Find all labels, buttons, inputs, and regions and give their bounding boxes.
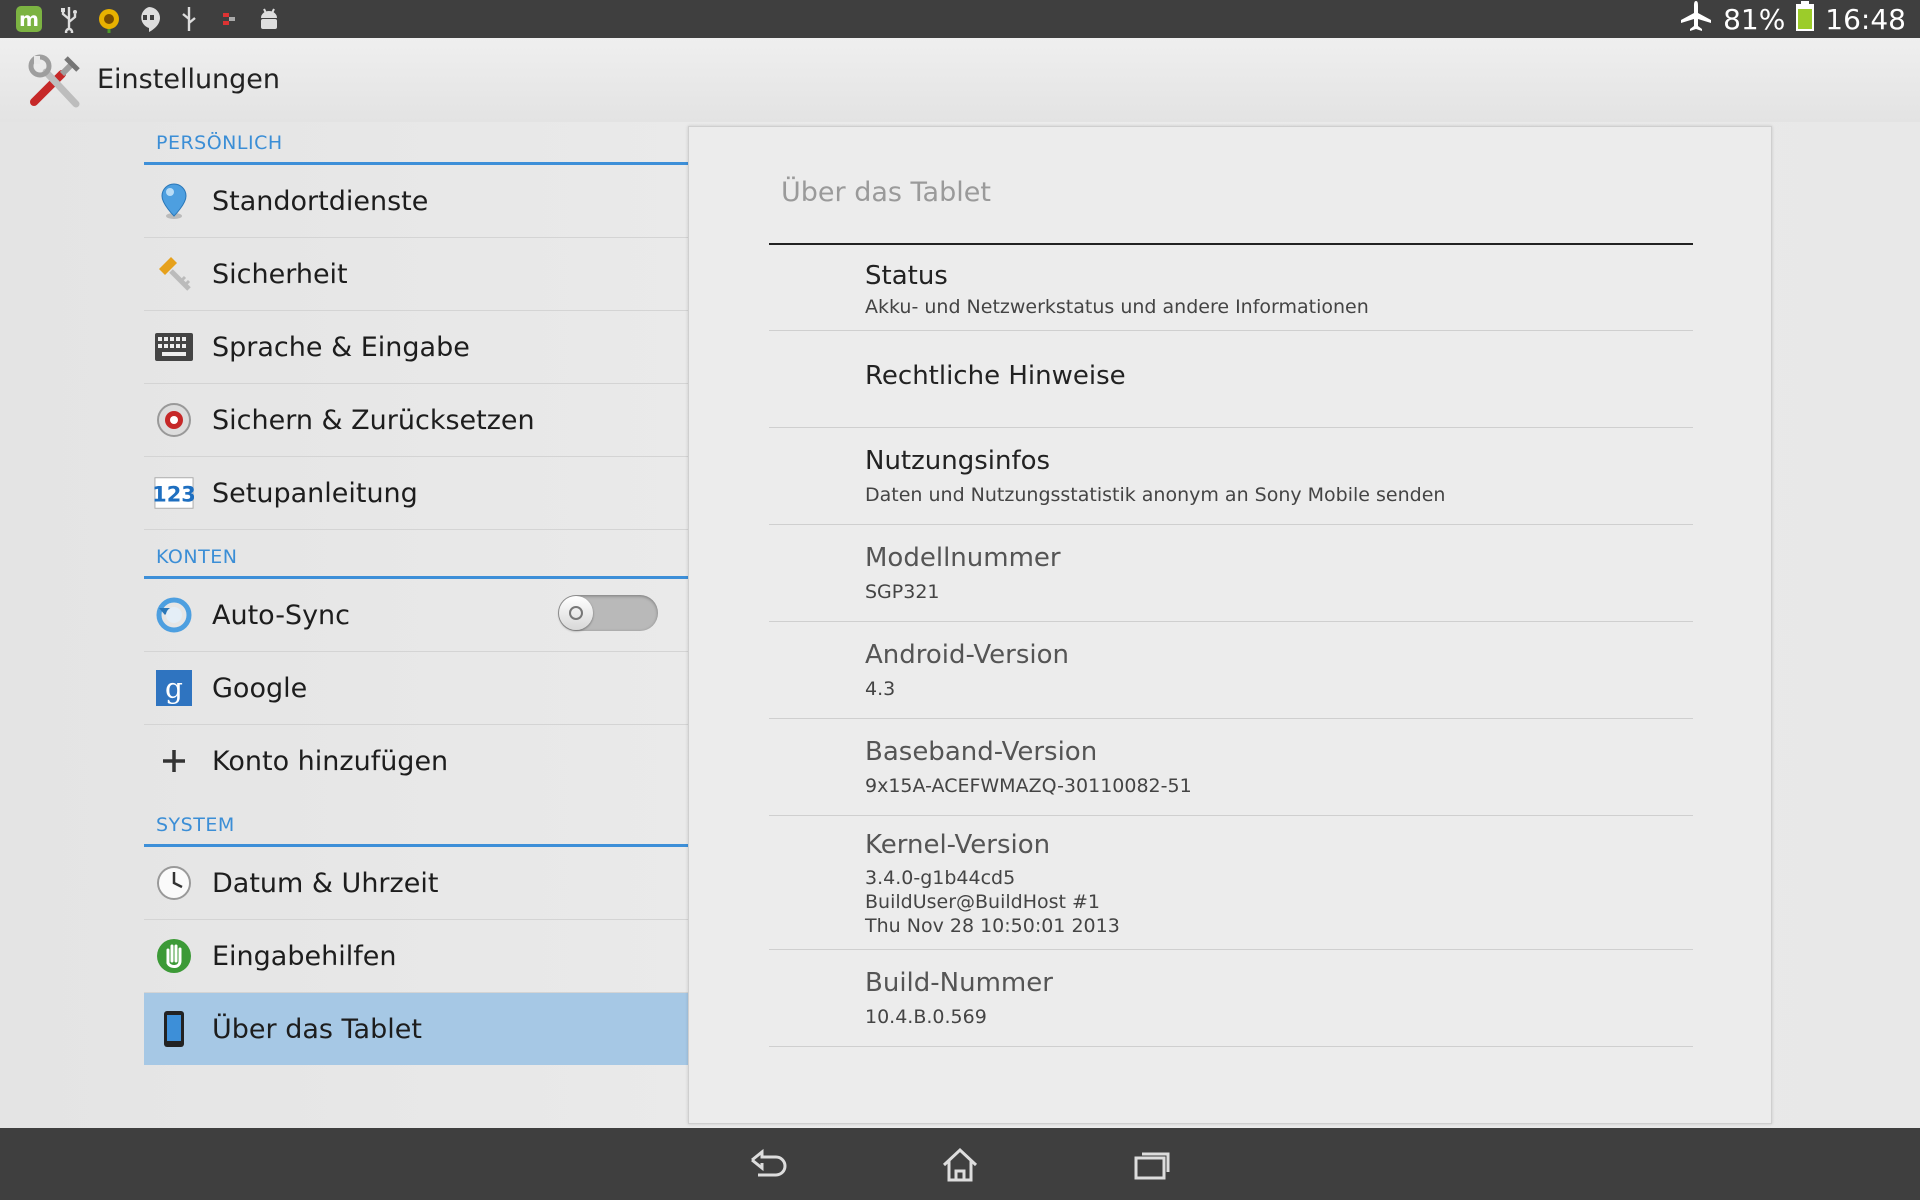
settings-menu: PERSÖNLICH Standortdienste Sicherheit Sp… xyxy=(144,122,688,1128)
row-android-version[interactable]: Android-Version 4.3 xyxy=(769,622,1693,719)
hangouts-icon xyxy=(134,4,164,34)
menu-item-label: Sprache & Eingabe xyxy=(212,331,470,363)
location-icon xyxy=(154,181,194,221)
usb-icon xyxy=(54,4,84,34)
row-title: Rechtliche Hinweise xyxy=(865,361,1126,391)
row-build-number[interactable]: Build-Nummer 10.4.B.0.569 xyxy=(769,950,1693,1047)
keyboard-icon xyxy=(154,327,194,367)
status-bar: m 81% 16:48 xyxy=(0,0,1920,38)
row-title: Build-Nummer xyxy=(865,968,1053,998)
notification-icons: m xyxy=(14,4,284,34)
menu-item-language-input[interactable]: Sprache & Eingabe xyxy=(144,311,688,384)
row-subtitle: SGP321 xyxy=(865,581,940,603)
menu-item-setup-guide[interactable]: 123 Setupanleitung xyxy=(144,457,688,530)
row-subtitle: 9x15A-ACEFWMAZQ-30110082-51 xyxy=(865,775,1192,797)
menu-item-google[interactable]: g Google xyxy=(144,652,688,725)
row-title: Nutzungsinfos xyxy=(865,446,1051,476)
navigation-bar xyxy=(0,1128,1920,1200)
row-title: Modellnummer xyxy=(865,543,1061,573)
action-bar: Einstellungen xyxy=(0,38,1920,122)
auto-sync-toggle[interactable] xyxy=(558,595,658,631)
menu-item-label: Sichern & Zurücksetzen xyxy=(212,404,535,436)
status-right: 81% 16:48 xyxy=(1679,0,1906,38)
content-area: PERSÖNLICH Standortdienste Sicherheit Sp… xyxy=(0,122,1920,1128)
row-subtitle: Daten und Nutzungsstatistik anonym an So… xyxy=(865,484,1446,506)
row-title: Status xyxy=(865,261,948,291)
section-header-system: SYSTEM xyxy=(144,804,688,847)
back-icon[interactable] xyxy=(743,1142,793,1188)
menu-item-label: Konto hinzufügen xyxy=(212,745,449,777)
google-icon: g xyxy=(154,668,194,708)
menu-item-location[interactable]: Standortdienste xyxy=(144,165,688,238)
sunflower-icon xyxy=(94,4,124,34)
menu-item-label: Standortdienste xyxy=(212,185,429,217)
row-title: Android-Version xyxy=(865,640,1069,670)
row-legal-notices[interactable]: Rechtliche Hinweise xyxy=(769,331,1693,428)
menu-item-about-tablet[interactable]: Über das Tablet xyxy=(144,993,688,1065)
menu-item-add-account[interactable]: Konto hinzufügen xyxy=(144,725,688,797)
setup-123-icon: 123 xyxy=(154,473,194,513)
clock-time: 16:48 xyxy=(1825,2,1906,36)
app-title: Einstellungen xyxy=(97,64,281,95)
sync-icon xyxy=(154,595,194,635)
app-m-icon: m xyxy=(14,4,44,34)
menu-item-label: Datum & Uhrzeit xyxy=(212,867,439,899)
row-model-number: Modellnummer SGP321 xyxy=(769,525,1693,622)
menu-item-auto-sync[interactable]: Auto-Sync xyxy=(144,579,688,652)
menu-item-backup-reset[interactable]: Sichern & Zurücksetzen xyxy=(144,384,688,457)
row-subtitle: 4.3 xyxy=(865,678,896,700)
security-key-icon xyxy=(154,254,194,294)
plus-icon xyxy=(154,741,194,781)
row-subtitle: 10.4.B.0.569 xyxy=(865,1006,987,1028)
backup-icon xyxy=(154,400,194,440)
menu-item-label: Setupanleitung xyxy=(212,477,418,509)
menu-item-label: Auto-Sync xyxy=(212,599,351,631)
recent-apps-icon[interactable] xyxy=(1127,1142,1177,1188)
usb-debug-icon xyxy=(174,4,204,34)
menu-item-label: Eingabehilfen xyxy=(212,940,397,972)
detail-title: Über das Tablet xyxy=(781,177,991,208)
airplane-icon xyxy=(1679,0,1713,39)
tablet-icon xyxy=(154,1009,194,1049)
row-title: Kernel-Version xyxy=(865,830,1051,860)
menu-item-label: Sicherheit xyxy=(212,258,348,290)
settings-tools-icon[interactable] xyxy=(26,52,84,110)
svg-text:g: g xyxy=(165,672,183,705)
section-header-personal: PERSÖNLICH xyxy=(144,122,688,165)
android-icon xyxy=(254,4,284,34)
row-kernel-version: Kernel-Version 3.4.0-g1b44cd5 BuildUser@… xyxy=(769,816,1693,950)
row-status[interactable]: Status Akku- und Netzwerkstatus und ande… xyxy=(769,245,1693,331)
menu-item-security[interactable]: Sicherheit xyxy=(144,238,688,311)
row-title: Baseband-Version xyxy=(865,737,1098,767)
menu-item-date-time[interactable]: Datum & Uhrzeit xyxy=(144,847,688,920)
svg-text:m: m xyxy=(19,9,39,31)
signal-flag-icon xyxy=(214,4,244,34)
row-subtitle: Akku- und Netzwerkstatus und andere Info… xyxy=(865,296,1369,318)
battery-icon xyxy=(1795,0,1815,39)
section-header-accounts: KONTEN xyxy=(144,536,688,579)
home-icon[interactable] xyxy=(935,1142,985,1188)
detail-panel: Über das Tablet Status Akku- und Netzwer… xyxy=(688,126,1772,1124)
clock-icon xyxy=(154,863,194,903)
menu-item-label: Über das Tablet xyxy=(212,1013,422,1045)
accessibility-hand-icon xyxy=(154,936,194,976)
menu-item-label: Google xyxy=(212,672,308,704)
row-subtitle: 3.4.0-g1b44cd5 BuildUser@BuildHost #1 Th… xyxy=(865,867,1120,937)
row-usage-info[interactable]: Nutzungsinfos Daten und Nutzungsstatisti… xyxy=(769,428,1693,525)
battery-percent: 81% xyxy=(1723,2,1786,36)
menu-item-accessibility[interactable]: Eingabehilfen xyxy=(144,920,688,993)
row-baseband-version: Baseband-Version 9x15A-ACEFWMAZQ-3011008… xyxy=(769,719,1693,816)
toggle-knob xyxy=(559,596,593,630)
svg-text:123: 123 xyxy=(154,483,194,507)
